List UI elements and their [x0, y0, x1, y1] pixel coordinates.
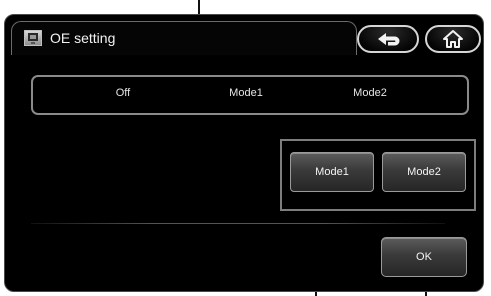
oe-mode-selector[interactable]: Off Mode1 Mode2: [31, 75, 469, 115]
mode2-button[interactable]: Mode2: [382, 152, 466, 192]
divider: [31, 223, 445, 224]
monitor-icon: [24, 30, 42, 46]
mode-option-off[interactable]: Off: [103, 87, 143, 99]
mode1-button[interactable]: Mode1: [290, 152, 374, 192]
page-title: OE setting: [50, 30, 116, 46]
device-screen: OE setting Off Mode1 Mode2 Mode1 Mode2 O…: [4, 14, 484, 292]
home-icon: [442, 29, 464, 49]
ok-button[interactable]: OK: [381, 237, 467, 277]
mode-button-group: Mode1 Mode2: [280, 139, 476, 211]
back-button[interactable]: [357, 25, 419, 53]
mode-option-mode2[interactable]: Mode2: [345, 87, 395, 99]
figure-stage: OE setting Off Mode1 Mode2 Mode1 Mode2 O…: [0, 0, 491, 296]
return-arrow-icon: [368, 30, 408, 48]
mode-option-mode1[interactable]: Mode1: [221, 87, 271, 99]
home-button[interactable]: [425, 25, 481, 53]
title-tab: OE setting: [11, 21, 357, 55]
